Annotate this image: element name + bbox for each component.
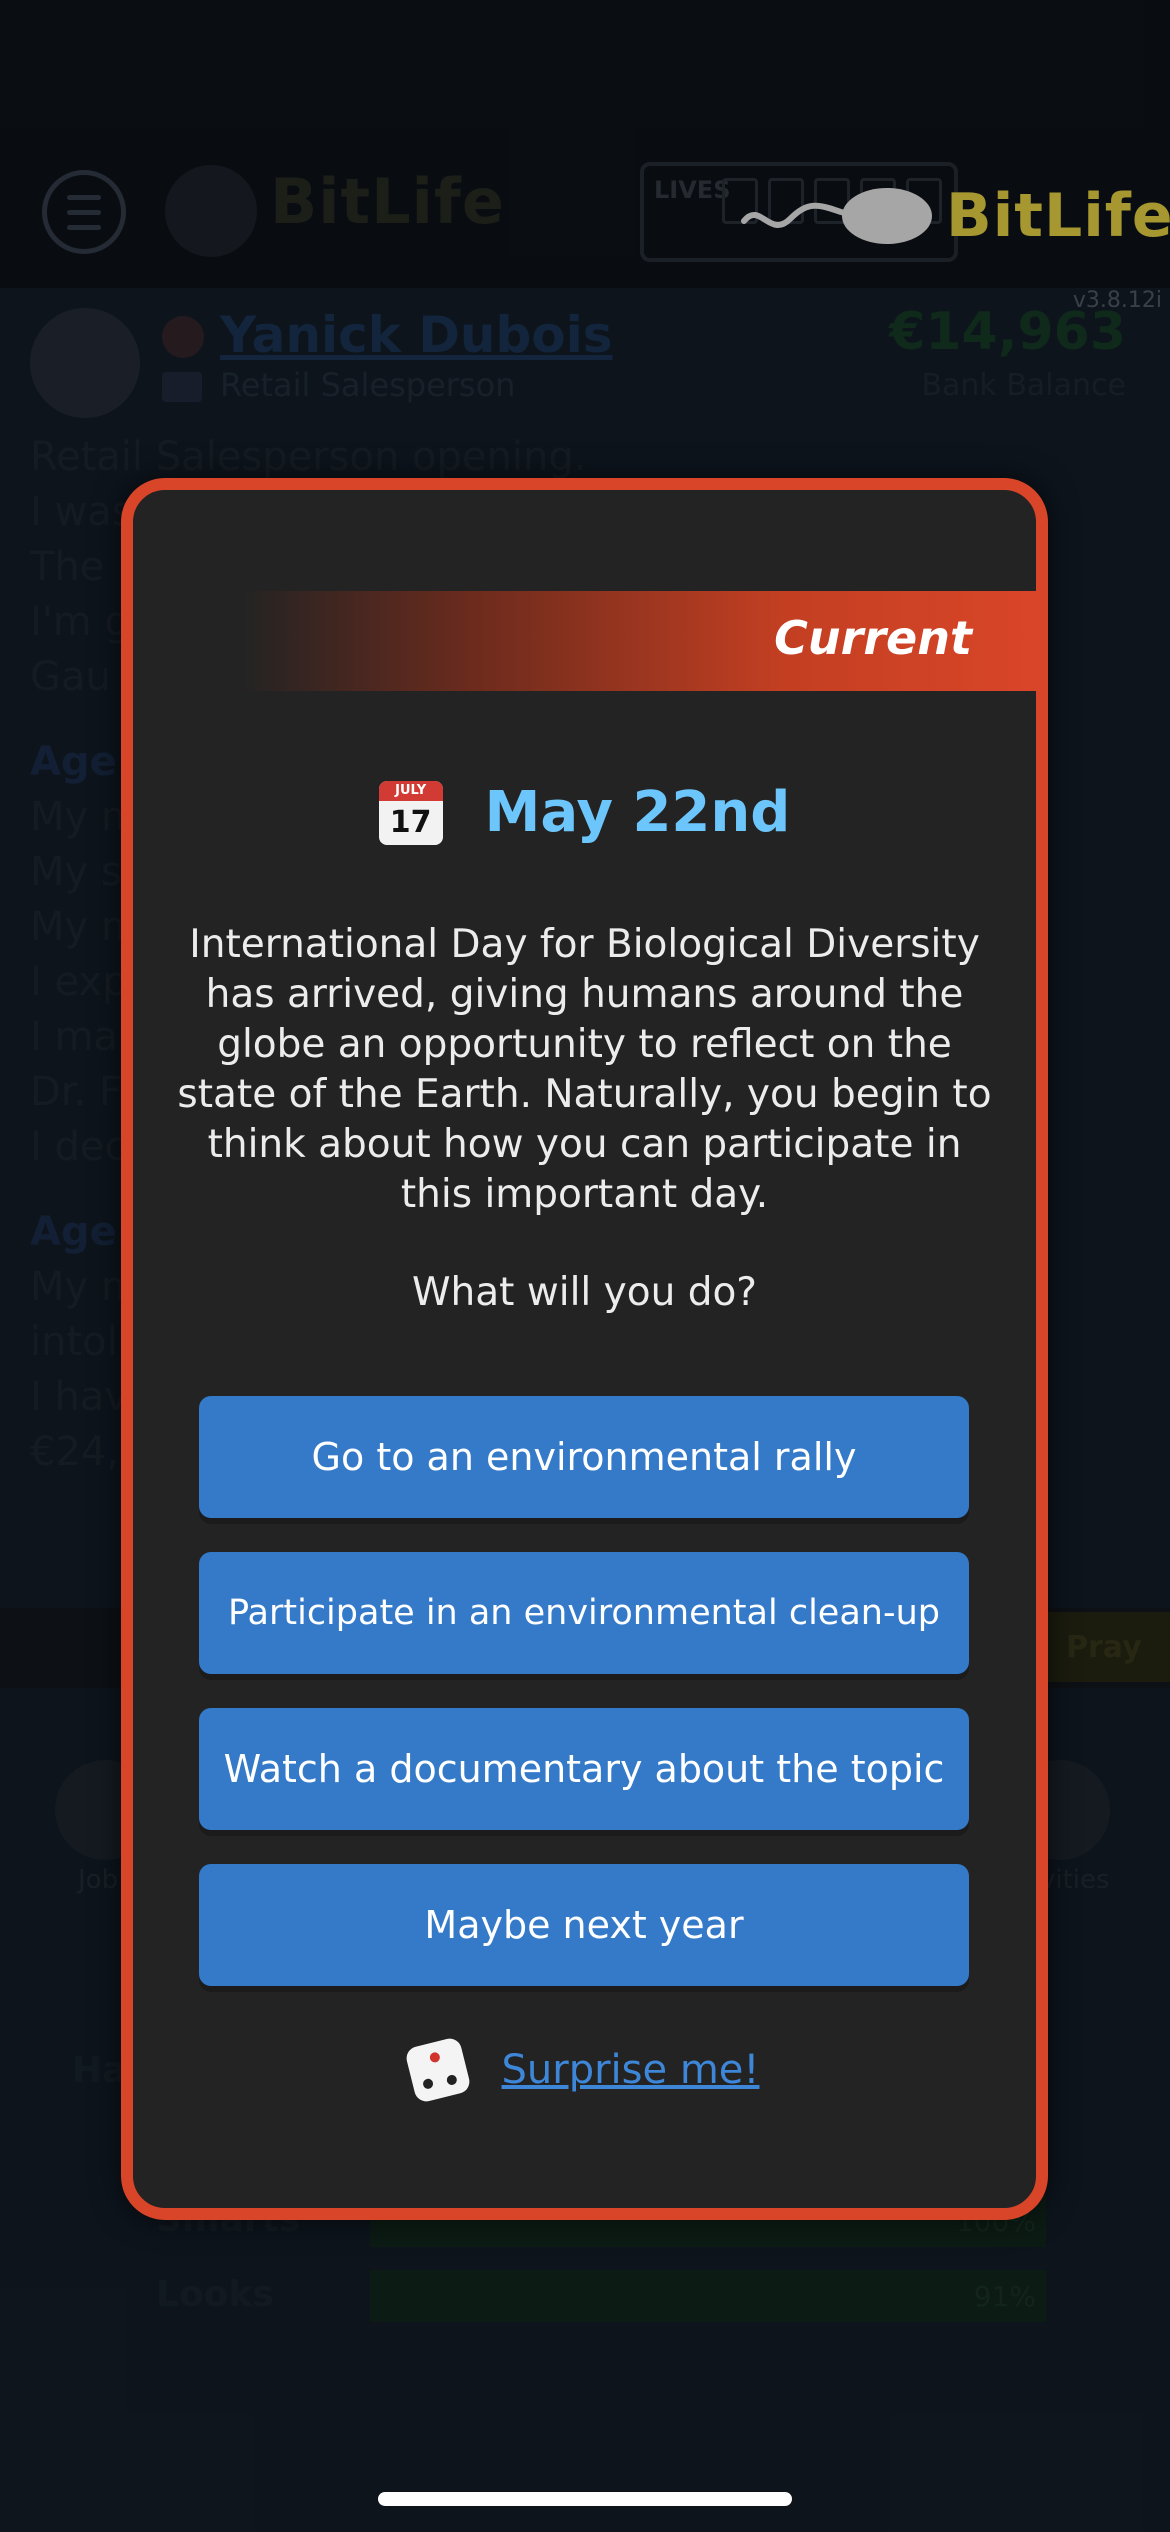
calendar-day: 17 <box>389 804 432 840</box>
home-indicator[interactable] <box>378 2492 792 2506</box>
event-description: International Day for Biological Diversi… <box>177 922 992 1217</box>
option-maybe-next-year-button[interactable]: Maybe next year <box>199 1864 969 1986</box>
dice-icon <box>403 2036 472 2104</box>
option-clean-up-button[interactable]: Participate in an environmental clean-up <box>199 1552 969 1674</box>
current-ribbon: Current <box>133 591 1036 691</box>
option-documentary-button[interactable]: Watch a documentary about the topic <box>199 1708 969 1830</box>
event-modal: Current JULY 17 May 22nd International D… <box>121 478 1048 2220</box>
option-environmental-rally-button[interactable]: Go to an environmental rally <box>199 1396 969 1518</box>
calendar-month: JULY <box>378 780 443 801</box>
surprise-me-link[interactable]: Surprise me! <box>502 2047 760 2093</box>
calendar-icon: JULY 17 <box>378 780 443 845</box>
date-header: JULY 17 May 22nd <box>133 780 1036 845</box>
event-question: What will you do? <box>411 1270 758 1315</box>
ribbon-label: Current <box>774 611 972 665</box>
surprise-me-row[interactable]: Surprise me! <box>133 2036 1036 2104</box>
event-date: May 22nd <box>484 780 791 845</box>
